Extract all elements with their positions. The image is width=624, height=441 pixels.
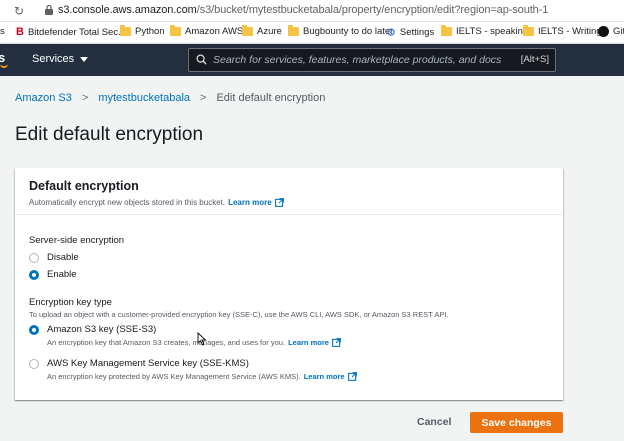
panel-header: Default encryption Automatically encrypt…	[15, 168, 563, 215]
url-text[interactable]: s3.console.aws.amazon.com/s3/bucket/myte…	[58, 4, 548, 16]
sse-s3-radio[interactable]: Amazon S3 key (SSE-S3)	[29, 324, 156, 335]
folder-icon	[120, 25, 131, 36]
bookmark-item[interactable]: s	[0, 26, 5, 37]
breadcrumb-current: Edit default encryption	[216, 92, 326, 104]
lock-icon	[45, 4, 53, 15]
browser-url-bar[interactable]: ↻ s3.console.aws.amazon.com/s3/bucket/my…	[0, 0, 624, 22]
bookmark-settings[interactable]: ⚙ Settings	[386, 26, 434, 39]
sse-enable-radio[interactable]: Enable	[29, 269, 77, 280]
gear-icon: ⚙	[386, 27, 396, 39]
key-type-label: Encryption key type	[29, 297, 112, 308]
search-input[interactable]: Search for services, features, marketpla…	[188, 48, 556, 72]
sse-label: Server-side encryption	[29, 235, 125, 246]
panel-description: Automatically encrypt new objects stored…	[29, 198, 284, 207]
bitdefender-icon: B	[16, 26, 24, 38]
bookmark-ielts-speaking[interactable]: IELTS - speaking	[441, 25, 528, 37]
folder-icon	[242, 25, 253, 36]
chevron-right-icon: >	[81, 92, 89, 104]
external-link-icon[interactable]	[347, 372, 357, 381]
aws-smile-icon	[0, 64, 8, 68]
learn-more-link[interactable]: Learn more	[304, 372, 345, 381]
github-icon	[598, 26, 609, 37]
folder-icon	[523, 25, 534, 36]
bookmark-amazon-aws[interactable]: Amazon AWS	[170, 25, 243, 37]
learn-more-link[interactable]: Learn more	[288, 338, 329, 347]
external-link-icon[interactable]	[332, 338, 341, 347]
mouse-cursor-icon	[197, 332, 207, 346]
breadcrumb: Amazon S3 > mytestbucketabala > Edit def…	[15, 92, 325, 104]
key-type-hint: To upload an object with a customer-prov…	[29, 310, 449, 319]
panel-title: Default encryption	[29, 179, 139, 193]
learn-more-link[interactable]: Learn more	[228, 198, 272, 207]
radio-checked-icon[interactable]	[29, 324, 39, 335]
bookmark-python[interactable]: Python	[120, 25, 165, 37]
default-encryption-panel: Default encryption Automatically encrypt…	[15, 168, 563, 400]
chevron-right-icon: >	[200, 92, 207, 104]
bookmarks-bar: s B Bitdefender Total Sec... Python Amazo…	[0, 22, 624, 44]
cancel-button[interactable]: Cancel	[417, 416, 451, 428]
search-placeholder: Search for services, features, marketpla…	[213, 54, 502, 66]
sse-s3-description: An encryption key that Amazon S3 creates…	[47, 338, 341, 347]
breadcrumb-bucket[interactable]: mytestbucketabala	[98, 92, 190, 104]
sse-kms-radio[interactable]: AWS Key Management Service key (SSE-KMS)	[29, 358, 249, 369]
sse-disable-radio[interactable]: Disable	[29, 252, 79, 263]
folder-icon	[441, 25, 452, 36]
external-link-icon[interactable]	[274, 198, 284, 207]
reload-icon[interactable]: ↻	[14, 4, 24, 18]
folder-icon	[288, 25, 299, 36]
folder-icon	[170, 25, 181, 36]
radio-unchecked-icon[interactable]	[29, 252, 39, 263]
radio-unchecked-icon[interactable]	[29, 358, 39, 369]
caret-down-icon	[80, 56, 89, 62]
radio-checked-icon[interactable]	[29, 269, 39, 280]
aws-top-nav: s Services Search for services, features…	[0, 44, 624, 76]
search-shortcut: [Alt+S]	[520, 54, 549, 65]
bookmark-bugbounty[interactable]: Bugbounty to do later	[288, 25, 393, 37]
save-changes-button[interactable]: Save changes	[470, 412, 563, 433]
services-menu-button[interactable]: Services	[32, 53, 89, 65]
sse-kms-description: An encryption key protected by AWS Key M…	[47, 372, 357, 381]
aws-logo[interactable]: s	[0, 50, 5, 65]
bookmark-github[interactable]: Git	[598, 26, 624, 37]
bookmark-ielts-writing[interactable]: IELTS - Writing	[523, 25, 602, 37]
bookmark-azure[interactable]: Azure	[242, 25, 282, 37]
page-title: Edit default encryption	[15, 124, 204, 145]
search-icon	[196, 54, 207, 65]
breadcrumb-amazon-s3[interactable]: Amazon S3	[15, 92, 72, 104]
bookmark-bitdefender[interactable]: B Bitdefender Total Sec...	[16, 26, 126, 38]
